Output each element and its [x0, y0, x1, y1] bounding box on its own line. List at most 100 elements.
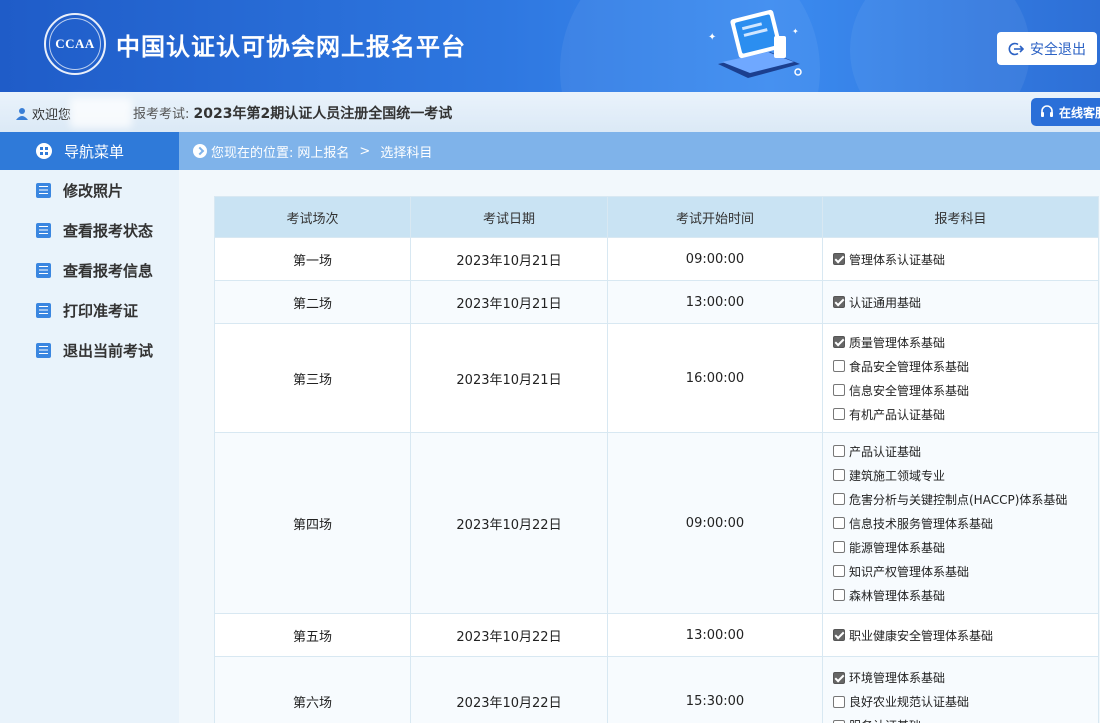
welcome-label: 欢迎您 [32, 108, 72, 123]
subject-option[interactable]: 建筑施工领域专业 [833, 463, 1098, 487]
list-icon [36, 262, 51, 278]
subject-checkbox[interactable] [833, 565, 845, 577]
table-row: 第二场 2023年10月21日 13:00:00 认证通用基础 [214, 280, 1099, 324]
subject-option[interactable]: 知识产权管理体系基础 [833, 559, 1098, 583]
site-title: 中国认证认可协会网上报名平台 [116, 33, 466, 61]
breadcrumb-online-registration[interactable]: 网上报名 [297, 142, 349, 161]
subject-checkbox[interactable] [833, 719, 845, 723]
breadcrumb-separator: > [359, 143, 371, 159]
subject-option[interactable]: 食品安全管理体系基础 [833, 354, 1098, 378]
session-cell: 第三场 [214, 323, 411, 433]
time-cell: 13:00:00 [607, 613, 823, 657]
sidebar-item-print-admission-ticket[interactable]: 打印准考证 [0, 290, 179, 330]
subject-name: 能源管理体系基础 [849, 540, 946, 555]
subject-option[interactable]: 能源管理体系基础 [833, 535, 1098, 559]
subject-checkbox[interactable] [833, 589, 845, 601]
subject-cell: 认证通用基础 [822, 280, 1099, 324]
subject-option[interactable]: 良好农业规范认证基础 [833, 690, 1098, 714]
logout-button[interactable]: 安全退出 [997, 32, 1097, 65]
subject-option[interactable]: 职业健康安全管理体系基础 [833, 623, 1098, 647]
subject-checkbox[interactable] [833, 517, 845, 529]
subject-checkbox[interactable] [833, 360, 845, 372]
subject-checkbox[interactable] [833, 493, 845, 505]
column-header: 考试日期 [410, 196, 608, 238]
subject-name: 建筑施工领域专业 [849, 468, 946, 483]
sidebar-item-edit-photo[interactable]: 修改照片 [0, 170, 179, 210]
list-icon [36, 182, 51, 198]
subject-option[interactable]: 信息技术服务管理体系基础 [833, 511, 1098, 535]
subject-checkbox[interactable] [833, 695, 845, 708]
headset-icon [1041, 105, 1053, 117]
subject-checkbox[interactable] [833, 336, 845, 348]
time-cell: 13:00:00 [607, 280, 823, 324]
session-cell: 第四场 [214, 432, 411, 614]
subject-cell: 职业健康安全管理体系基础 [822, 613, 1099, 657]
time-cell: 09:00:00 [607, 237, 823, 281]
breadcrumb-select-subject: 选择科目 [380, 145, 433, 161]
table-row: 第一场 2023年10月21日 09:00:00 管理体系认证基础 [214, 237, 1099, 281]
table-row: 第五场 2023年10月22日 13:00:00 职业健康安全管理体系基础 [214, 613, 1099, 657]
session-cell: 第二场 [214, 280, 411, 324]
date-cell: 2023年10月21日 [410, 323, 608, 433]
subject-checkbox[interactable] [833, 469, 845, 481]
nav-menu-label: 导航菜单 [64, 142, 125, 161]
subject-checkbox[interactable] [833, 296, 845, 308]
subject-option[interactable]: 信息安全管理体系基础 [833, 378, 1098, 402]
welcome-text: 欢迎您 [16, 104, 71, 123]
exam-subject-table: 考试场次 考试日期 考试开始时间 报考科目 第一场 2023年10月21日 09:0… [214, 196, 1099, 723]
subject-option[interactable]: 服务认证基础 [833, 714, 1098, 723]
time-cell: 09:00:00 [607, 432, 823, 614]
sidebar-item-registration-status[interactable]: 查看报考状态 [0, 210, 179, 250]
subject-name: 服务认证基础 [849, 717, 921, 723]
date-cell: 2023年10月22日 [410, 656, 608, 723]
svg-text:✦: ✦ [792, 27, 799, 36]
logout-label: 安全退出 [1030, 41, 1086, 58]
subject-checkbox[interactable] [833, 671, 845, 684]
subject-option[interactable]: 认证通用基础 [833, 290, 1098, 314]
sidebar-item-label: 退出当前考试 [63, 341, 154, 360]
subject-checkbox[interactable] [833, 384, 845, 396]
subject-checkbox[interactable] [833, 445, 845, 457]
subject-name: 森林管理体系基础 [849, 588, 946, 603]
computer-illustration-icon: ✦ ✦ [708, 9, 802, 78]
column-header: 考试场次 [214, 196, 411, 238]
sidebar-item-registration-info[interactable]: 查看报考信息 [0, 250, 179, 290]
sidebar-item-label: 查看报考信息 [63, 261, 154, 280]
subject-checkbox[interactable] [833, 253, 845, 265]
online-service-button[interactable]: 在线客服 [1031, 98, 1100, 126]
table-row: 第三场 2023年10月21日 16:00:00 质量管理体系基础 食品安全管理体系基础… [214, 323, 1099, 433]
subject-name: 产品认证基础 [849, 444, 922, 459]
current-exam: 报考考试: 2023年第2期认证人员注册全国统一考试 [133, 103, 452, 123]
list-icon [36, 302, 51, 318]
breadcrumb: 您现在的位置: 网上报名 > 选择科目 [179, 132, 1100, 170]
subject-name: 良好农业规范认证基础 [849, 695, 970, 709]
subject-name: 食品安全管理体系基础 [849, 359, 970, 374]
subject-cell: 环境管理体系基础良好农业规范认证基础服务认证基础 [822, 656, 1099, 723]
subject-option[interactable]: 产品认证基础 [833, 439, 1098, 463]
subject-option[interactable]: 质量管理体系基础 [833, 330, 1098, 354]
subject-name: 认证通用基础 [849, 295, 922, 310]
sidebar-item-exit-exam[interactable]: 退出当前考试 [0, 330, 179, 370]
subject-cell: 产品认证基础建筑施工领域专业危害分析与关键控制点(HACCP)体系基础 信息技术服… [822, 432, 1099, 614]
subject-name: 知识产权管理体系基础 [849, 564, 970, 579]
subject-option[interactable]: 环境管理体系基础 [833, 666, 1098, 690]
table-row: 第四场 2023年10月22日 09:00:00 产品认证基础 建筑施工领域专业 危害分析… [214, 432, 1099, 614]
date-cell: 2023年10月22日 [410, 432, 608, 614]
subject-checkbox[interactable] [833, 408, 845, 420]
header: CCAA 中国认证认可协会网上报名平台 ✦ ✦ 安全退出 [0, 0, 1100, 92]
subject-checkbox[interactable] [833, 629, 845, 641]
subject-checkbox[interactable] [833, 541, 845, 553]
sidebar-item-label: 打印准考证 [63, 301, 139, 320]
table-header-row: 考试场次 考试日期 考试开始时间 报考科目 [214, 196, 1099, 238]
subject-option[interactable]: 管理体系认证基础 [833, 247, 1098, 271]
time-cell: 15:30:00 [607, 656, 823, 723]
subject-option[interactable]: 森林管理体系基础 [833, 583, 1098, 607]
subject-option[interactable]: 危害分析与关键控制点(HACCP)体系基础 [833, 487, 1098, 511]
redacted-username [70, 98, 132, 128]
svg-text:✦: ✦ [708, 32, 716, 43]
nav-menu-title[interactable]: 导航菜单 [0, 132, 179, 170]
subject-name: 质量管理体系基础 [849, 335, 946, 350]
logo-text: CCAA [55, 36, 95, 51]
subject-option[interactable]: 有机产品认证基础 [833, 402, 1098, 426]
column-header: 报考科目 [822, 196, 1099, 238]
